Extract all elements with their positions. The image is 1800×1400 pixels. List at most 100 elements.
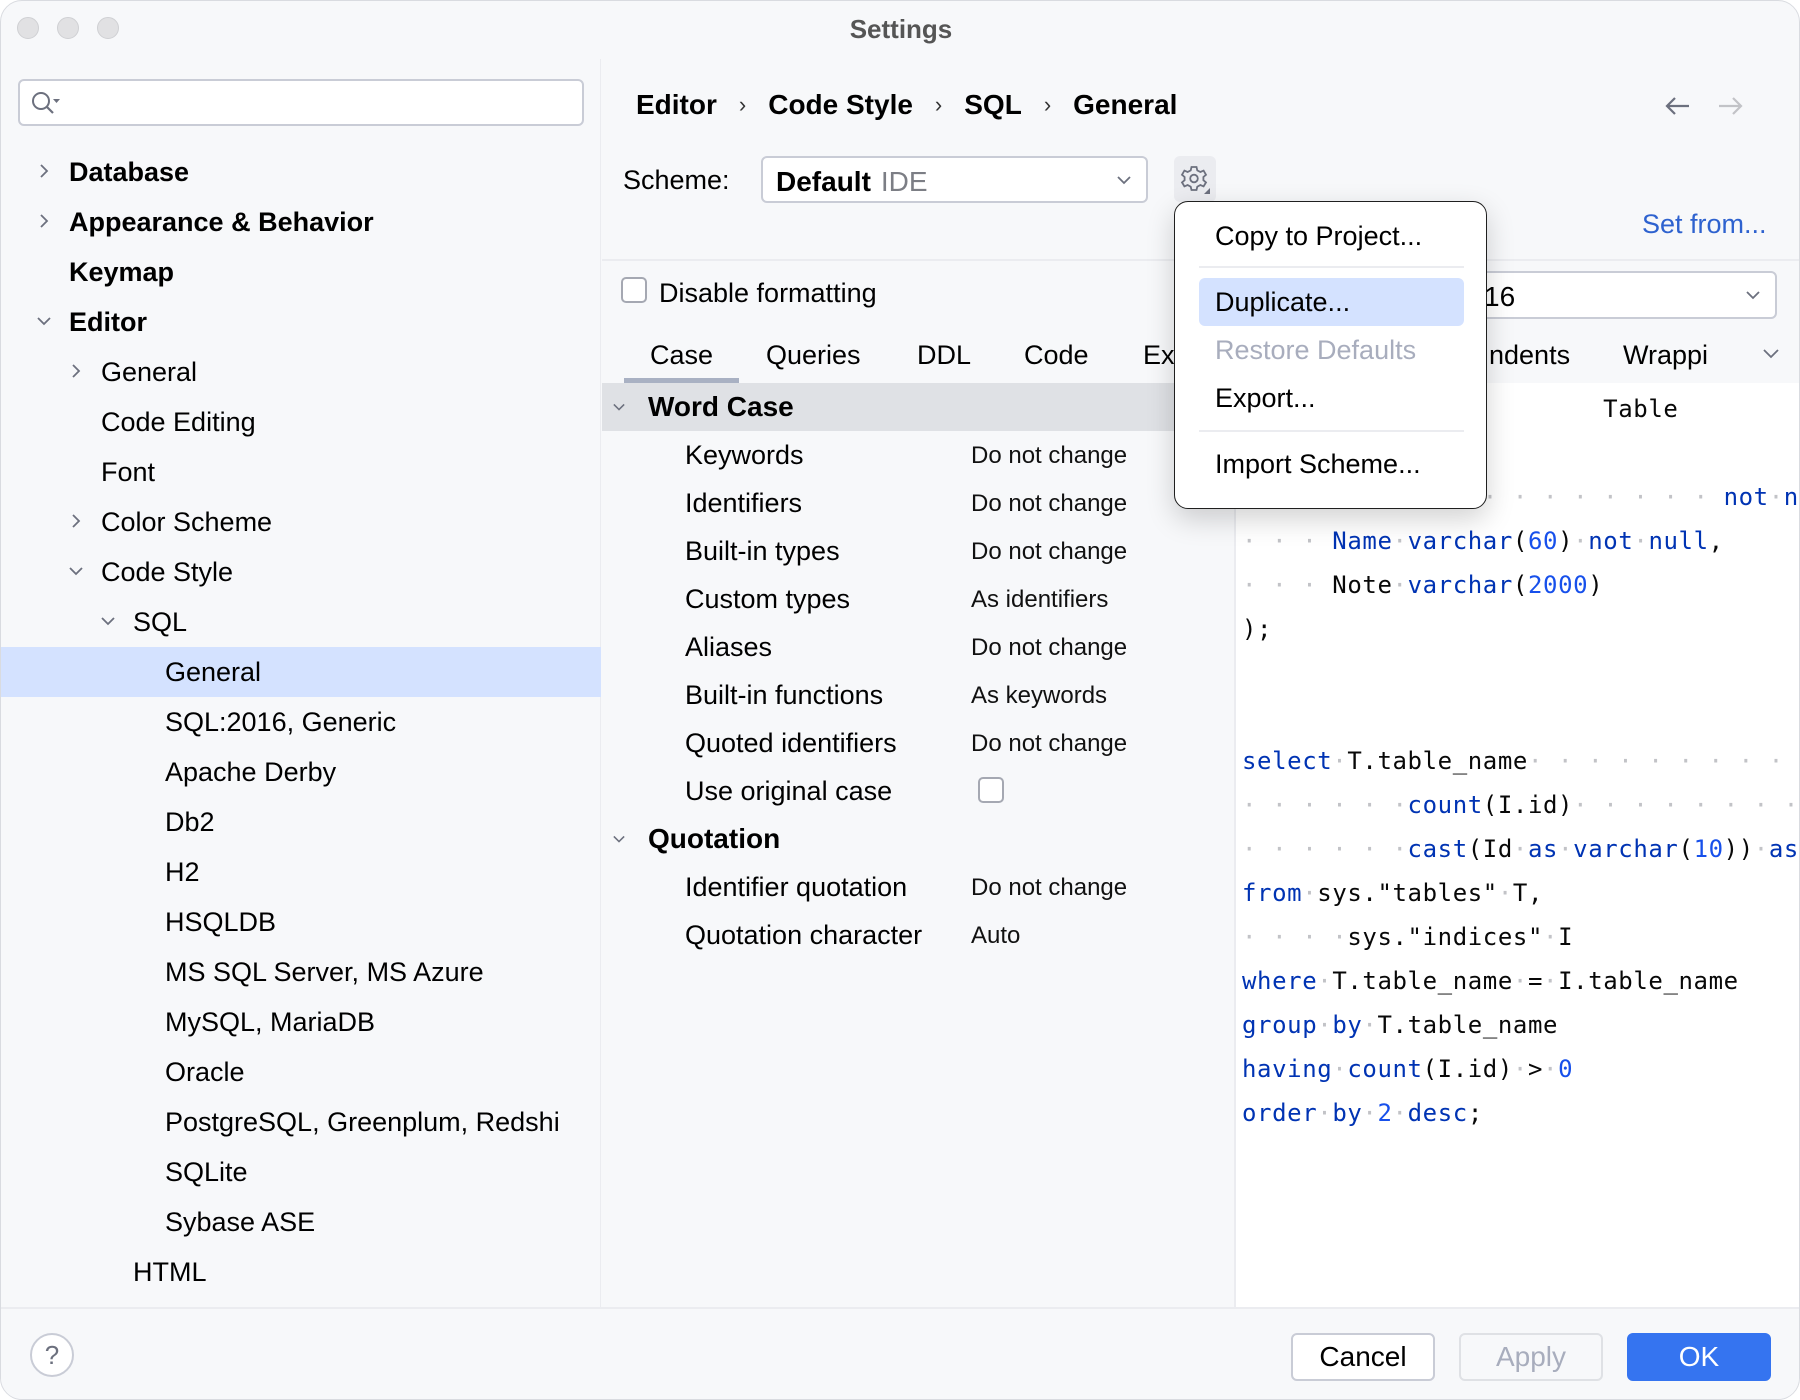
breadcrumb-item-editor[interactable]: Editor <box>636 89 717 121</box>
ok-button[interactable]: OK <box>1627 1333 1771 1381</box>
gear-icon <box>1180 166 1210 194</box>
sidebar-item-appearance-behavior[interactable]: Appearance & Behavior <box>1 197 601 247</box>
code-text: sys."tables" <box>1317 879 1498 907</box>
sidebar-item-apache-derby[interactable]: Apache Derby <box>1 747 601 797</box>
code-whitespace-marker: · · · · · · · · · · · · <box>1573 791 1799 819</box>
tab-code[interactable]: Code <box>1024 337 1089 381</box>
tab-expressions[interactable]: Ex <box>1143 337 1175 381</box>
option-label: Keywords <box>685 440 804 470</box>
sidebar-item-h2[interactable]: H2 <box>1 847 601 897</box>
option-value-dropdown[interactable]: Do not change <box>971 490 1127 518</box>
sidebar-item-db2[interactable]: Db2 <box>1 797 601 847</box>
chevron-down-icon[interactable] <box>612 401 626 413</box>
set-from-link[interactable]: Set from... <box>1642 209 1767 240</box>
settings-search-input[interactable] <box>18 79 584 126</box>
cancel-button[interactable]: Cancel <box>1291 1333 1435 1381</box>
section-quotation[interactable]: Quotation <box>602 815 1234 863</box>
more-tabs-chevron-icon[interactable] <box>1762 347 1780 361</box>
sidebar-item-sqlite[interactable]: SQLite <box>1 1147 601 1197</box>
chevron-down-icon[interactable] <box>69 564 83 578</box>
sidebar-item-color-scheme[interactable]: Color Scheme <box>1 497 601 547</box>
use-original-case-checkbox[interactable] <box>978 777 1004 803</box>
tab-case[interactable]: Case <box>623 337 740 384</box>
menu-item-duplicate[interactable]: Duplicate... <box>1199 278 1464 326</box>
code-keyword: as <box>1768 835 1799 863</box>
code-number: 0 <box>1558 1055 1574 1083</box>
option-value-dropdown[interactable]: Do not change <box>971 442 1127 470</box>
code-whitespace-marker: · <box>1392 527 1408 555</box>
sidebar-item-code-editing[interactable]: Code Editing <box>1 397 601 447</box>
option-row-keywords: Keywords Do not change <box>602 431 1234 479</box>
code-keyword: by <box>1332 1099 1363 1127</box>
chevron-down-icon[interactable] <box>101 614 115 628</box>
chevron-right-icon[interactable] <box>69 364 83 378</box>
tab-ddl[interactable]: DDL <box>917 337 971 381</box>
sidebar-item-sybase-ase[interactable]: Sybase ASE <box>1 1197 601 1247</box>
code-text: ( <box>1512 571 1528 599</box>
apply-button[interactable]: Apply <box>1459 1333 1603 1381</box>
option-value-dropdown[interactable]: Do not change <box>971 730 1127 758</box>
sidebar-item-label: Apache Derby <box>165 757 337 787</box>
code-whitespace-marker: · <box>1317 967 1333 995</box>
option-label: Quotation character <box>685 920 923 950</box>
dialect-dropdown[interactable]: 16 <box>1472 271 1777 319</box>
option-value-dropdown[interactable]: As keywords <box>971 682 1107 710</box>
menu-item-export[interactable]: Export... <box>1199 374 1464 422</box>
sidebar-item-keymap[interactable]: Keymap <box>1 247 601 297</box>
disable-formatting-checkbox[interactable] <box>621 277 647 303</box>
sidebar-item-general[interactable]: General <box>1 647 601 697</box>
sidebar-item-label: General <box>101 357 198 387</box>
option-value-dropdown[interactable]: Do not change <box>971 874 1127 902</box>
tab-indents[interactable]: ndents <box>1489 337 1570 381</box>
sidebar-item-font[interactable]: Font <box>1 447 601 497</box>
tab-wrapping[interactable]: Wrappi <box>1623 337 1721 381</box>
code-text: I <box>1558 923 1574 951</box>
breadcrumb-item-general[interactable]: General <box>1073 89 1177 121</box>
sidebar-item-database[interactable]: Database <box>1 147 601 197</box>
scheme-actions-button[interactable] <box>1174 156 1216 202</box>
breadcrumb-item-sql[interactable]: SQL <box>964 89 1022 121</box>
scheme-dropdown[interactable]: Default IDE <box>761 156 1148 203</box>
breadcrumb-separator: › <box>934 92 943 117</box>
chevron-right-icon[interactable] <box>37 164 51 178</box>
back-arrow-icon[interactable] <box>1663 95 1693 117</box>
sidebar-item-sql-2016-generic[interactable]: SQL:2016, Generic <box>1 697 601 747</box>
forward-arrow-icon[interactable] <box>1715 95 1745 117</box>
code-text: ( <box>1512 527 1528 555</box>
sidebar-item-sql[interactable]: SQL <box>1 597 601 647</box>
option-value-dropdown[interactable]: Do not change <box>971 538 1127 566</box>
menu-item-import-scheme[interactable]: Import Scheme... <box>1199 440 1464 488</box>
menu-item-copy-to-project[interactable]: Copy to Project... <box>1199 212 1464 260</box>
sidebar-item-mysql-mariadb[interactable]: MySQL, MariaDB <box>1 997 601 1047</box>
option-value-dropdown[interactable]: Do not change <box>971 634 1127 662</box>
chevron-down-icon[interactable] <box>612 833 626 845</box>
chevron-right-icon[interactable] <box>69 514 83 528</box>
chevron-right-icon[interactable] <box>37 214 51 228</box>
menu-item-label: Export... <box>1215 383 1316 413</box>
sidebar-item-label: Keymap <box>69 257 175 287</box>
sidebar-item-editor[interactable]: Editor <box>1 297 601 347</box>
option-value-dropdown[interactable]: Auto <box>971 922 1020 950</box>
breadcrumb-item-code-style[interactable]: Code Style <box>768 89 913 121</box>
chevron-down-icon[interactable] <box>37 314 51 328</box>
code-whitespace-marker: · <box>1768 483 1784 511</box>
tab-queries[interactable]: Queries <box>766 337 861 381</box>
section-word-case[interactable]: Word Case <box>602 383 1234 431</box>
disable-formatting-label: Disable formatting <box>659 278 877 308</box>
sidebar-item-postgresql-greenplum-redshi[interactable]: PostgreSQL, Greenplum, Redshi <box>1 1097 601 1147</box>
sidebar-item-code-style[interactable]: Code Style <box>1 547 601 597</box>
settings-tree: Database Appearance & Behavior Keymap Edito… <box>1 147 601 1297</box>
code-keyword: where <box>1242 967 1318 995</box>
option-row-aliases: Aliases Do not change <box>602 623 1234 671</box>
sidebar-item-ms-sql-server-ms-azure[interactable]: MS SQL Server, MS Azure <box>1 947 601 997</box>
sidebar-item-label: HSQLDB <box>165 907 277 937</box>
sidebar-item-general[interactable]: General <box>1 347 601 397</box>
sidebar-item-hsqldb[interactable]: HSQLDB <box>1 897 601 947</box>
sidebar-item-label: General <box>165 657 262 687</box>
option-value-dropdown[interactable]: As identifiers <box>971 586 1108 614</box>
help-button[interactable]: ? <box>30 1333 74 1377</box>
sidebar-item-html[interactable]: HTML <box>1 1247 601 1297</box>
sidebar-item-oracle[interactable]: Oracle <box>1 1047 601 1097</box>
menu-item-label: Duplicate... <box>1215 287 1351 317</box>
menu-separator <box>1199 430 1464 432</box>
